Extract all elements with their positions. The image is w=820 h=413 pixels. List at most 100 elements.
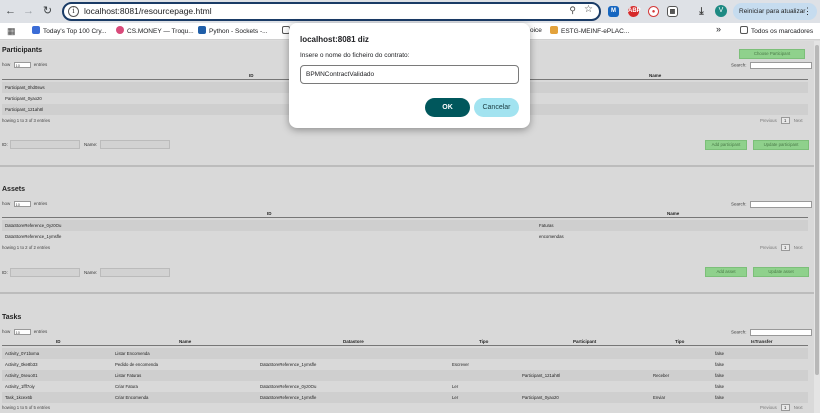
asset-name-label: Name: — [84, 270, 98, 275]
participants-pagination: Previous 1 Next — [760, 117, 803, 124]
cell-tipo-2: Enviar — [653, 395, 666, 400]
cell-name: Criar Encomenda — [115, 395, 149, 400]
column-header-id[interactable]: ID — [267, 211, 272, 216]
column-header-name[interactable]: Name — [179, 339, 191, 344]
column-header-tipo-2[interactable]: Tipo — [675, 339, 684, 344]
asset-id-label: ID: — [2, 270, 8, 275]
column-header-istransfer[interactable]: IsTransfer — [751, 339, 773, 344]
contract-filename-input[interactable]: BPMNContractValidado — [300, 65, 519, 84]
search-input[interactable] — [749, 201, 812, 208]
cell-participant: Participant_121ah8l — [522, 373, 560, 378]
assets-title: Assets — [2, 186, 25, 193]
previous-link[interactable]: Previous — [760, 245, 777, 250]
column-header-id[interactable]: ID — [249, 73, 254, 78]
column-header-participant[interactable]: Participant — [573, 339, 596, 344]
assets-info: howing 1 to 2 of 2 entries — [2, 245, 51, 250]
download-icon[interactable]: ⤓ — [696, 6, 707, 17]
assets-pagination: Previous 1 Next — [760, 244, 803, 251]
next-link[interactable]: Next — [794, 405, 803, 410]
entries-select[interactable]: 10 — [13, 329, 31, 335]
add-asset-button[interactable]: Add asset — [705, 267, 747, 277]
extensions-puzzle-icon[interactable]: ▩ — [667, 6, 678, 17]
cell-tipo: Escrever — [452, 362, 469, 367]
previous-link[interactable]: Previous — [760, 118, 777, 123]
apps-grid-icon[interactable]: ▦ — [7, 26, 17, 36]
bookmark-item[interactable]: ESTG-MEINF-ePLAC... — [550, 26, 629, 37]
address-bar[interactable]: i localhost:8081/resourcepage.html ⚲ ☆ — [62, 2, 601, 21]
zoom-icon[interactable]: ⚲ — [569, 5, 576, 16]
search-input[interactable] — [749, 62, 812, 69]
asset-id-input[interactable] — [10, 268, 80, 277]
choose-participant-button[interactable]: Choose Participant — [739, 49, 805, 59]
page-button[interactable]: 1 — [780, 244, 790, 251]
next-link[interactable]: Next — [794, 118, 803, 123]
page-button[interactable]: 1 — [780, 404, 790, 411]
bookmark-label: oice — [530, 27, 542, 34]
entries-select[interactable]: 10 — [13, 62, 31, 68]
table-row: Activity_0ke8b33 Pedido de encomenda Dat… — [2, 359, 808, 370]
bookmark-item[interactable]: oice — [530, 26, 542, 36]
show-label: how — [2, 329, 11, 335]
participant-id-input[interactable] — [10, 140, 80, 149]
bookmark-item[interactable]: Python - Sockets -... — [198, 26, 268, 37]
cell-id: Participant_0hd0sws — [5, 85, 45, 90]
assets-search: Search: — [731, 201, 812, 208]
show-label: how — [2, 201, 11, 207]
page-button[interactable]: 1 — [780, 117, 790, 124]
column-header-id[interactable]: ID — [56, 339, 61, 344]
participant-name-label: Name: — [84, 142, 98, 147]
search-input[interactable] — [749, 329, 812, 336]
previous-link[interactable]: Previous — [760, 405, 777, 410]
tasks-length-control: how 10 entries — [2, 329, 47, 335]
page-scrollbar[interactable] — [814, 41, 820, 413]
column-header-datastore[interactable]: Datastore — [343, 339, 364, 344]
site-info-icon[interactable]: i — [68, 6, 79, 17]
restart-update-button[interactable]: Reiniciar para atualizar ⋮ — [733, 3, 817, 20]
tasks-pagination: Previous 1 Next — [760, 404, 803, 411]
participant-name-input[interactable] — [100, 140, 170, 149]
all-bookmarks-label: Todos os marcadores — [751, 28, 814, 35]
extension-pin-icon[interactable]: ● — [648, 6, 659, 17]
cell-datastore: DataStoreReference_1ymsfle — [260, 362, 317, 367]
dialog-message: Insere o nome do ficheiro do contrato: — [300, 52, 410, 59]
bookmark-label: ESTG-MEINF-ePLAC... — [561, 28, 630, 35]
tasks-search: Search: — [731, 329, 812, 336]
asset-name-input[interactable] — [100, 268, 170, 277]
forward-arrow-icon[interactable]: → — [21, 4, 36, 19]
column-header-name[interactable]: Name — [649, 73, 661, 78]
assets-table-header: ID Name — [2, 210, 808, 218]
all-bookmarks[interactable]: Todos os marcadores — [740, 26, 813, 37]
update-asset-button[interactable]: Update asset — [753, 267, 809, 277]
folder-icon — [740, 26, 748, 34]
prompt-dialog: localhost:8081 diz Insere o nome do fich… — [289, 23, 530, 128]
bookmarks-overflow-icon[interactable]: » — [716, 24, 721, 34]
next-link[interactable]: Next — [794, 245, 803, 250]
bookmark-star-icon[interactable]: ☆ — [584, 4, 593, 15]
tasks-info: howing 1 to 5 of 5 entries — [2, 405, 51, 410]
profile-avatar[interactable]: V — [715, 5, 727, 17]
entries-select[interactable]: 10 — [13, 201, 31, 207]
bookmark-item[interactable]: Today's Top 100 Cry... — [32, 26, 107, 37]
update-participant-button[interactable]: Update participant — [753, 140, 809, 150]
bookmark-item[interactable]: CS.MONEY — Troqu... — [116, 26, 194, 37]
extension-m-icon[interactable]: M — [608, 6, 619, 17]
table-row: Task_1kcex6b Criar Encomenda DataStoreRe… — [2, 392, 808, 403]
table-row: DataStoreReference_1ymsfle encomendas — [2, 231, 808, 242]
cancel-button[interactable]: Cancelar — [474, 98, 519, 117]
url-text[interactable]: localhost:8081/resourcepage.html — [84, 6, 212, 17]
search-label: Search: — [731, 62, 747, 68]
column-header-name[interactable]: Name — [667, 211, 679, 216]
cell-name: Pedido de encomenda — [115, 362, 159, 367]
ok-button[interactable]: OK — [425, 98, 470, 117]
section-divider — [0, 292, 820, 294]
bookmark-favicon-icon — [198, 26, 206, 34]
scrollbar-thumb[interactable] — [815, 45, 819, 375]
bookmark-label: CS.MONEY — Troqu... — [127, 28, 194, 35]
back-arrow-icon[interactable]: ← — [3, 4, 18, 19]
adblock-icon[interactable]: ABP — [628, 6, 641, 17]
add-participant-button[interactable]: Add participant — [705, 140, 747, 150]
reload-icon[interactable]: ↻ — [40, 4, 55, 19]
menu-dots-icon[interactable]: ⋮ — [803, 3, 812, 20]
column-header-tipo[interactable]: Tipo — [479, 339, 488, 344]
cell-id: Participant_121ah8l — [5, 107, 43, 112]
